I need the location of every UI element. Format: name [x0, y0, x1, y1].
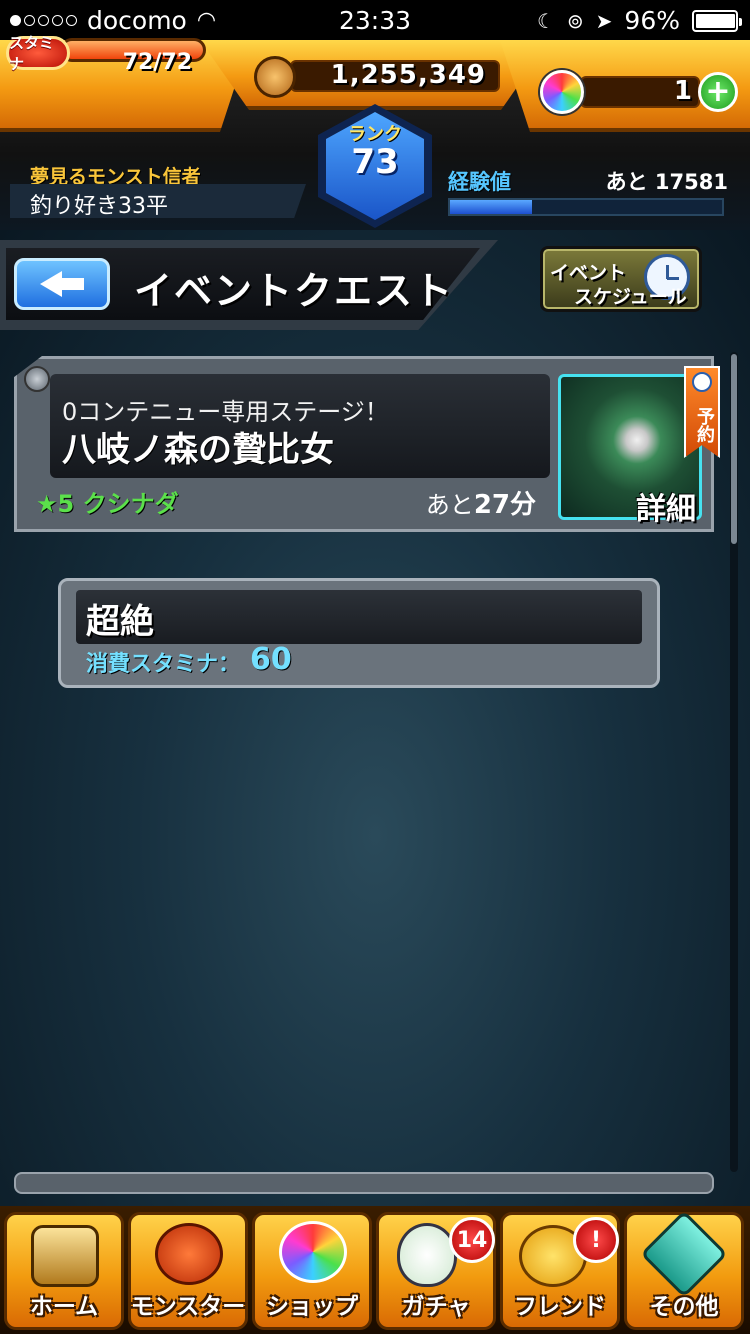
difficulty-title-panel: [76, 590, 642, 644]
tab-label-friend: フレンド: [514, 1294, 606, 1320]
tab-friend[interactable]: フレンド !: [500, 1212, 620, 1330]
tab-gacha[interactable]: ガチャ 14: [376, 1212, 496, 1330]
status-right: ☾ ⊚ ➤ 96%: [536, 6, 742, 35]
exp-bar: [448, 198, 724, 216]
detail-button[interactable]: 詳細: [636, 484, 696, 528]
back-button[interactable]: [14, 258, 110, 310]
quest-time-prefix: あと: [425, 491, 474, 519]
monster-icon: [155, 1223, 223, 1285]
egg-icon: [397, 1223, 457, 1287]
gold-value: 1,255,349: [330, 60, 486, 90]
rank-value: 73: [351, 142, 399, 182]
quest-difficulty: ★5 クシナダ: [36, 490, 179, 518]
player-name: 釣り好き33平: [30, 194, 168, 219]
battery-icon: [692, 9, 742, 32]
home-gate-icon: [31, 1225, 99, 1287]
page-title: イベントクエスト: [134, 269, 455, 313]
other-menu-icon: [640, 1210, 728, 1298]
orb-count: 1: [673, 76, 692, 106]
rotation-lock-icon: ⊚: [566, 8, 584, 33]
difficulty-title: 超絶: [86, 602, 154, 642]
gacha-badge: 14: [449, 1217, 495, 1263]
ribbon-clock-icon: [692, 372, 712, 392]
status-bar: docomo ◠ 23:33 ☾ ⊚ ➤ 96%: [0, 0, 750, 40]
add-orb-button[interactable]: +: [698, 72, 738, 112]
friend-alert-badge: !: [573, 1217, 619, 1263]
quest-time-value: 27分: [473, 490, 536, 520]
tab-label-monster: モンスター: [130, 1294, 246, 1320]
content-frame-bottom: [14, 1172, 714, 1194]
schedule-label-line1: イベント: [550, 262, 627, 284]
tab-label-shop: ショップ: [266, 1294, 358, 1320]
exp-remaining: あと 17581: [605, 170, 728, 194]
quest-name: 八岐ノ森の贄比女: [62, 430, 334, 470]
tab-label-other: その他: [649, 1294, 719, 1320]
exp-label: 経験値: [448, 170, 511, 194]
coin-icon: [254, 56, 296, 98]
moon-icon: ☾: [536, 8, 555, 33]
orb-shop-icon: [279, 1221, 347, 1283]
tab-label-gacha: ガチャ: [401, 1294, 471, 1320]
tab-monster[interactable]: モンスター: [128, 1212, 248, 1330]
location-icon: ➤: [595, 8, 613, 33]
tab-home[interactable]: ホーム: [4, 1212, 124, 1330]
quest-time-remaining: あと27分: [380, 484, 536, 521]
screw-icon: [24, 366, 50, 392]
stamina-cost-label: 消費スタミナ：: [86, 652, 241, 677]
back-arrow-icon: [40, 271, 84, 297]
schedule-label-line2: スケジュール: [574, 286, 687, 308]
tab-other[interactable]: その他: [624, 1210, 744, 1330]
battery-percent: 96%: [624, 6, 680, 35]
orb-icon: [540, 70, 584, 114]
scrollbar-thumb[interactable]: [731, 354, 737, 544]
reserve-ribbon-label: 予約: [694, 407, 715, 443]
tab-shop[interactable]: ショップ: [252, 1212, 372, 1330]
stamina-value: 72/72: [122, 50, 192, 75]
tab-label-home: ホーム: [29, 1294, 99, 1320]
stamina-cost-value: 60: [250, 642, 292, 677]
stamina-badge: スタミナ: [6, 34, 70, 73]
